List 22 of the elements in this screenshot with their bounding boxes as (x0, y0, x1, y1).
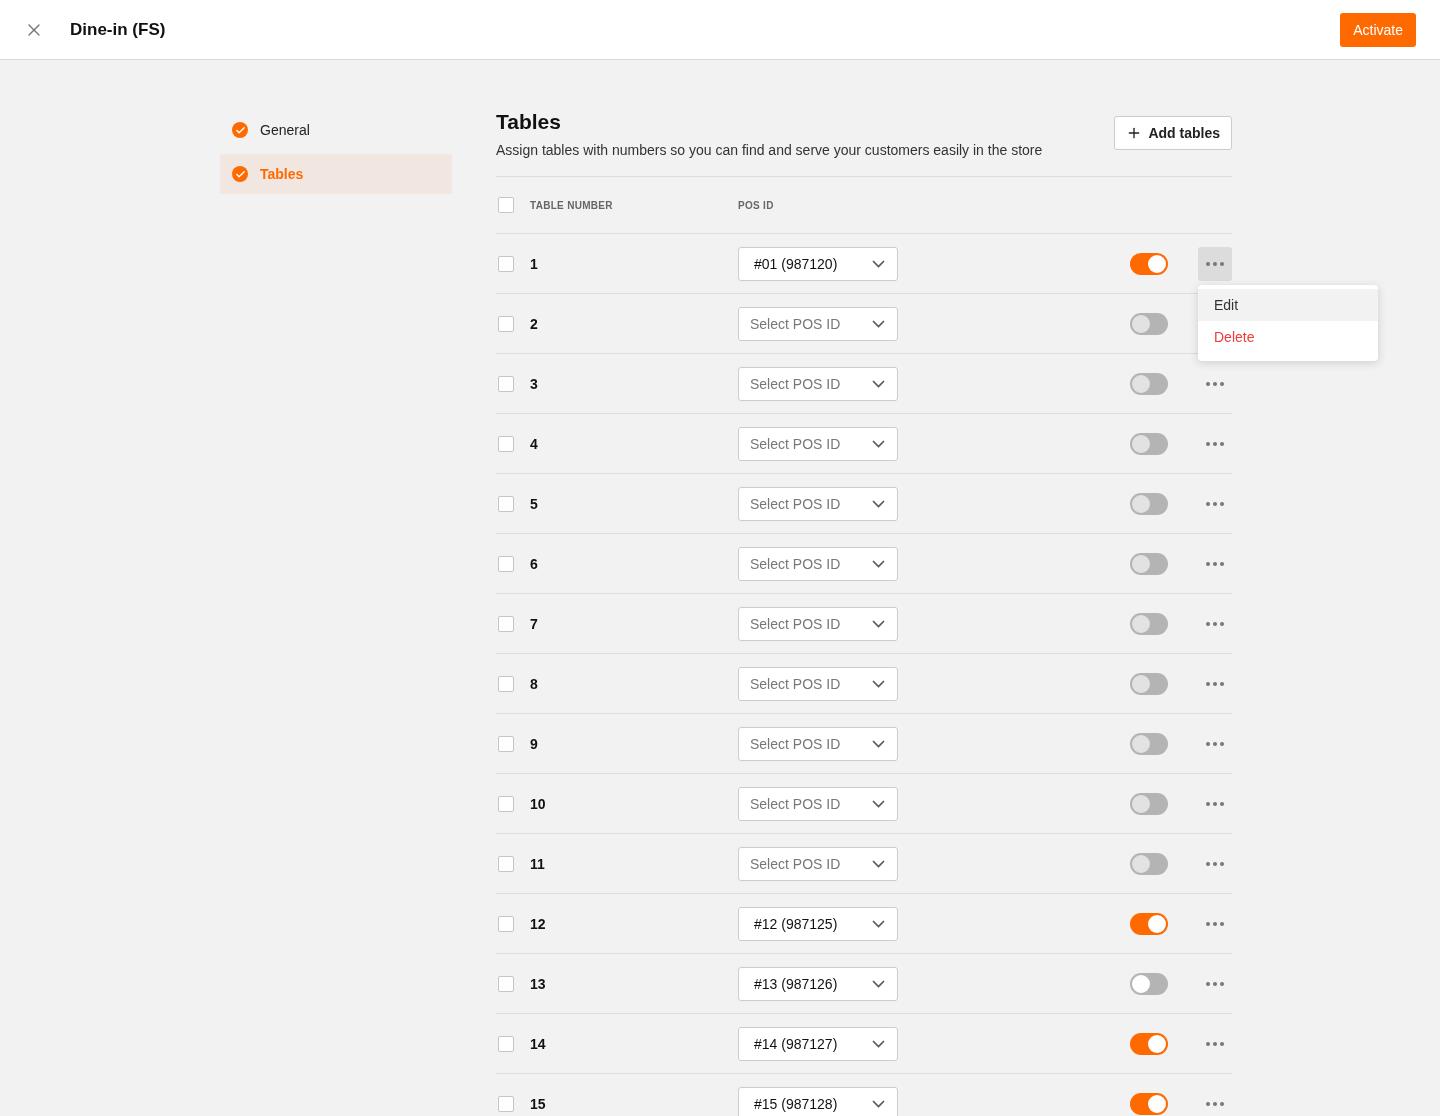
table-number: 13 (530, 975, 547, 992)
table-number: 4 (530, 435, 539, 452)
table-number: 2 (530, 315, 539, 332)
table-number: 14 (530, 1035, 547, 1052)
section-title: Tables (496, 110, 562, 134)
table-number: 8 (530, 675, 539, 692)
table-number: 6 (530, 555, 539, 572)
sidebar-label: General (260, 122, 310, 138)
table-number: 3 (530, 375, 539, 392)
table-number: 15 (530, 1095, 547, 1112)
column-header: POS ID (738, 199, 775, 211)
table-number: 5 (530, 495, 539, 512)
column-header: TABLE NUMBER (530, 199, 614, 211)
table-number: 10 (530, 795, 547, 812)
page-title: Dine-in (FS) (70, 19, 167, 40)
table-number: 9 (530, 735, 539, 752)
sidebar-label: Tables (260, 166, 304, 182)
table-number: 11 (530, 855, 546, 872)
table-number: 7 (530, 615, 539, 632)
table-number: 12 (530, 915, 547, 932)
section-description: Assign tables with numbers so you can find and serve your customers easily in the store (496, 142, 1043, 158)
table-number: 1 (530, 255, 539, 272)
